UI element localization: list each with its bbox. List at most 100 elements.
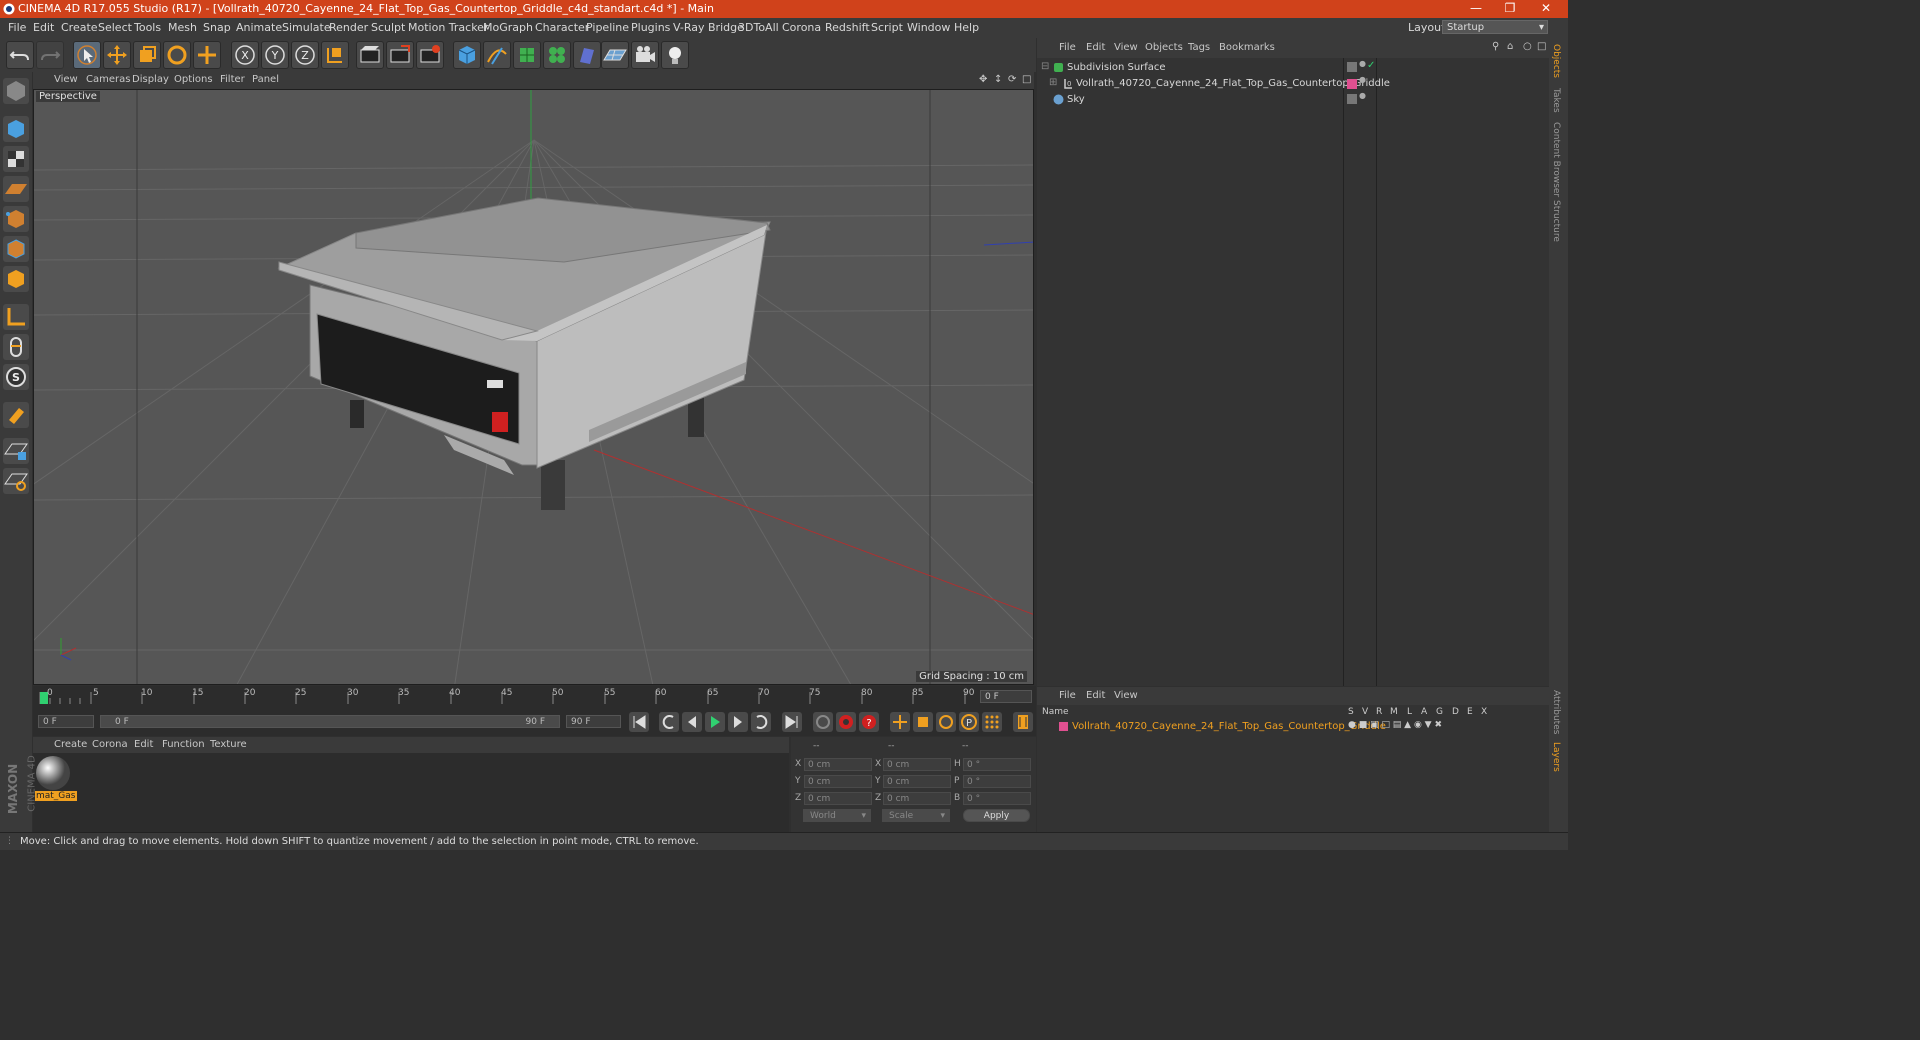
play-backwards-icon[interactable] xyxy=(682,712,702,732)
coordinate-system-icon[interactable] xyxy=(321,41,349,69)
size-x-field[interactable]: 0 cm xyxy=(883,758,951,771)
object-menu-tags[interactable]: Tags xyxy=(1188,42,1210,53)
menu-simulate[interactable]: Simulate xyxy=(282,21,331,34)
snap-workplane-icon[interactable] xyxy=(3,438,29,464)
rot-h-field[interactable]: 0 ° xyxy=(963,758,1031,771)
layer-dot-icon[interactable]: ● xyxy=(1359,91,1366,100)
render-view-icon[interactable] xyxy=(356,41,384,69)
menu-plugins[interactable]: Plugins xyxy=(631,21,670,34)
viewport-menu-filter[interactable]: Filter xyxy=(220,74,245,85)
viewport-zoom-icon[interactable]: ↕ xyxy=(994,74,1002,85)
editor-visible-icon[interactable] xyxy=(1347,94,1357,104)
new-window-icon[interactable]: □ xyxy=(1537,41,1546,52)
enabled-check-icon[interactable]: ✓ xyxy=(1367,60,1375,71)
subdivision-surface-icon[interactable] xyxy=(513,41,541,69)
material-menu-function[interactable]: Function xyxy=(162,739,205,750)
size-y-field[interactable]: 0 cm xyxy=(883,775,951,788)
key-parameter-icon[interactable]: P xyxy=(959,712,979,732)
menu-tools[interactable]: Tools xyxy=(134,21,161,34)
menu-character[interactable]: Character xyxy=(535,21,589,34)
menu-3dtoall[interactable]: 3DToAll xyxy=(738,21,779,34)
object-menu-objects[interactable]: Objects xyxy=(1145,42,1183,53)
menu-corona[interactable]: Corona xyxy=(782,21,821,34)
pos-x-field[interactable]: 0 cm xyxy=(804,758,872,771)
redo-icon[interactable] xyxy=(36,41,64,69)
loop-icon[interactable] xyxy=(751,712,771,732)
menu-select[interactable]: Select xyxy=(98,21,132,34)
tab-content-browser[interactable]: Content Browser xyxy=(1551,122,1561,197)
points-mode-icon[interactable] xyxy=(3,206,29,232)
viewport-rotate-icon[interactable]: ⟳ xyxy=(1008,74,1016,85)
restore-icon[interactable]: ❐ xyxy=(1496,1,1524,15)
make-editable-icon[interactable] xyxy=(3,78,29,104)
end-frame-field[interactable]: 90 F xyxy=(566,715,621,728)
close-icon[interactable]: ✕ xyxy=(1532,1,1560,15)
menu-render[interactable]: Render xyxy=(329,21,368,34)
y-axis-icon[interactable]: Y xyxy=(261,41,289,69)
deformer-icon[interactable] xyxy=(573,41,601,69)
go-to-start-icon[interactable] xyxy=(629,712,649,732)
coordinate-space-dropdown[interactable]: World ▾ xyxy=(803,809,871,822)
object-row[interactable]: ⊟ Subdivision Surface ● ✓ xyxy=(1037,59,1549,76)
object-menu-view[interactable]: View xyxy=(1114,42,1138,53)
layer-menu-file[interactable]: File xyxy=(1059,690,1076,701)
griddle-model[interactable] xyxy=(277,197,771,510)
object-row[interactable]: Sky ● xyxy=(1037,91,1549,108)
menu-redshift[interactable]: Redshift xyxy=(825,21,870,34)
menu-animate[interactable]: Animate xyxy=(236,21,282,34)
layer-dot-icon[interactable]: ● xyxy=(1359,59,1366,68)
autokeying-icon[interactable]: ? xyxy=(859,712,879,732)
timeline-window-icon[interactable] xyxy=(1013,712,1033,732)
axis-mode-icon[interactable] xyxy=(3,304,29,330)
solo-mode-icon[interactable]: S xyxy=(3,364,29,390)
size-z-field[interactable]: 0 cm xyxy=(883,792,951,805)
menu-file[interactable]: File xyxy=(8,21,26,34)
material-menu-create[interactable]: Create xyxy=(54,739,87,750)
menu-help[interactable]: Help xyxy=(954,21,979,34)
key-scale-icon[interactable] xyxy=(913,712,933,732)
edit-render-settings-icon[interactable] xyxy=(416,41,444,69)
next-keyframe-icon[interactable] xyxy=(728,712,748,732)
viewport-camera-label[interactable]: Perspective xyxy=(36,91,100,102)
layer-toggle-icons[interactable]: ● ■ ▣ □ ▤ ▲ ◉ ▼ ✖ xyxy=(1348,720,1442,730)
menu-window[interactable]: Window xyxy=(907,21,950,34)
menu-pipeline[interactable]: Pipeline xyxy=(586,21,629,34)
expand-icon[interactable]: ⊞ xyxy=(1049,77,1057,88)
move-icon[interactable] xyxy=(103,41,131,69)
menu-mograph[interactable]: MoGraph xyxy=(483,21,533,34)
tab-layers[interactable]: Layers xyxy=(1551,742,1561,772)
tab-attributes[interactable]: Attributes xyxy=(1551,690,1561,734)
tab-objects[interactable]: Objects xyxy=(1551,44,1561,78)
size-mode-dropdown[interactable]: Scale ▾ xyxy=(882,809,950,822)
tab-takes[interactable]: Takes xyxy=(1551,88,1561,113)
rotate-icon[interactable] xyxy=(163,41,191,69)
column-xref[interactable]: X xyxy=(1481,707,1487,717)
layer-dot-icon[interactable]: ● xyxy=(1359,75,1366,84)
pos-y-field[interactable]: 0 cm xyxy=(804,775,872,788)
menu-script[interactable]: Script xyxy=(871,21,903,34)
layer-color-swatch[interactable] xyxy=(1059,722,1068,731)
object-menu-file[interactable]: File xyxy=(1059,42,1076,53)
model-mode-icon[interactable] xyxy=(3,116,29,142)
tweak-mode-icon[interactable] xyxy=(3,334,29,360)
go-to-end-icon[interactable] xyxy=(782,712,802,732)
key-position-icon[interactable] xyxy=(890,712,910,732)
floor-icon[interactable] xyxy=(601,41,629,69)
column-locked[interactable]: L xyxy=(1407,707,1412,717)
layer-menu-edit[interactable]: Edit xyxy=(1086,690,1105,701)
viewport-menu-cameras[interactable]: Cameras xyxy=(86,74,130,85)
undo-icon[interactable] xyxy=(6,41,34,69)
menu-vray-bridge[interactable]: V-Ray Bridge xyxy=(673,21,744,34)
previous-keyframe-icon[interactable] xyxy=(659,712,679,732)
rot-b-field[interactable]: 0 ° xyxy=(963,792,1031,805)
z-axis-icon[interactable]: Z xyxy=(291,41,319,69)
object-menu-bookmarks[interactable]: Bookmarks xyxy=(1219,42,1275,53)
viewport-menu-panel[interactable]: Panel xyxy=(252,74,279,85)
live-selection-icon[interactable] xyxy=(73,41,101,69)
light-icon[interactable] xyxy=(661,41,689,69)
column-animation[interactable]: A xyxy=(1421,707,1427,717)
edges-mode-icon[interactable] xyxy=(3,236,29,262)
key-rotation-icon[interactable] xyxy=(936,712,956,732)
column-manager[interactable]: M xyxy=(1390,707,1398,717)
snap-settings-icon[interactable] xyxy=(3,468,29,494)
